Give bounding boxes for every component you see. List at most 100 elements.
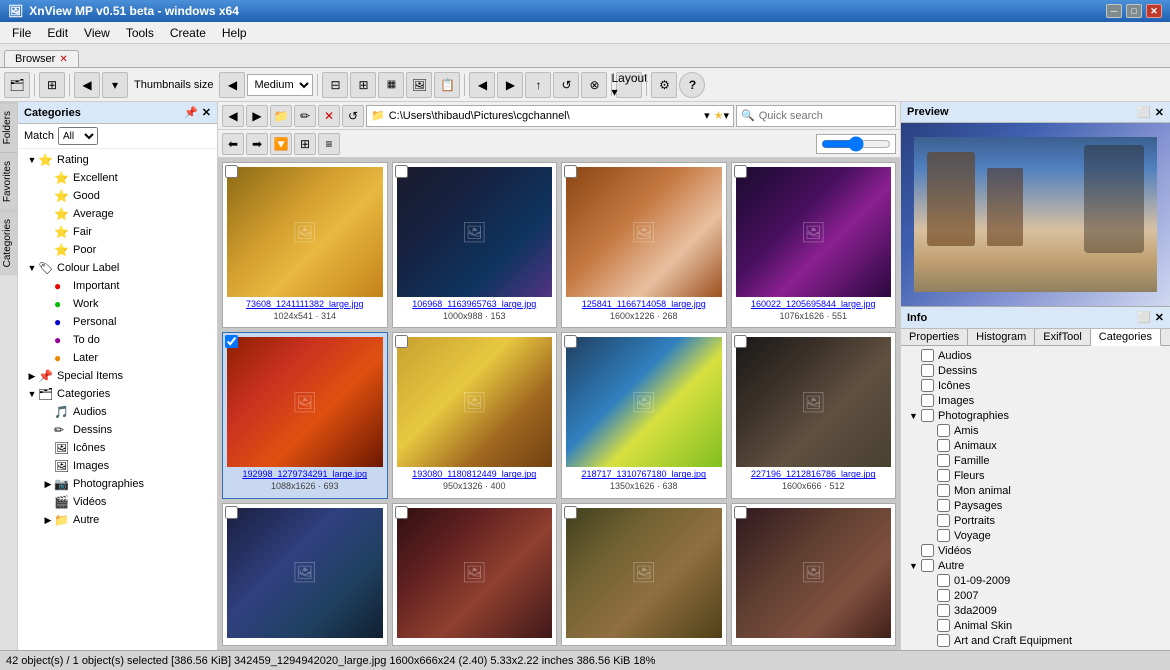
maximize-button[interactable]: □ [1126, 4, 1142, 18]
addr-dropdown[interactable]: ▾ [704, 109, 710, 122]
left-panel-close-icon[interactable]: ✕ [202, 106, 211, 119]
right-tree-item[interactable]: Icônes [903, 378, 1168, 393]
category-checkbox[interactable] [921, 544, 934, 557]
preview-expand-icon[interactable]: ⬜ [1137, 106, 1151, 119]
category-checkbox[interactable] [937, 529, 950, 542]
minimize-button[interactable]: ─ [1106, 4, 1122, 18]
tree-item[interactable]: ● Later [18, 349, 217, 367]
category-checkbox[interactable] [937, 589, 950, 602]
menu-create[interactable]: Create [162, 24, 214, 42]
image-cell[interactable]: 🖼 193080_1180812449_large.jpg 950x1326 ·… [392, 332, 558, 498]
help-button[interactable]: ? [679, 72, 705, 98]
zoom-slider-area[interactable] [816, 134, 896, 154]
category-checkbox[interactable] [921, 379, 934, 392]
info-expand-icon[interactable]: ⬜ [1137, 311, 1151, 324]
category-checkbox[interactable] [937, 484, 950, 497]
match-select[interactable]: All Any [58, 127, 98, 145]
tree-item[interactable]: ● Work [18, 295, 217, 313]
refresh-btn2[interactable]: ↺ [342, 105, 364, 127]
category-checkbox[interactable] [921, 394, 934, 407]
nav-back-btn2[interactable]: ◀ [222, 105, 244, 127]
size-down-button[interactable]: ◀ [219, 72, 245, 98]
tree-item[interactable]: ▶ 📁 Autre [18, 511, 217, 529]
size-select[interactable]: Small Medium Large [247, 74, 313, 96]
image-checkbox[interactable] [395, 165, 408, 178]
right-tree-item[interactable]: ▼ Autre [903, 558, 1168, 573]
tree-item[interactable]: 🖼 Icônes [18, 439, 217, 457]
right-tree-item[interactable]: ▼ Photographies [903, 408, 1168, 423]
tree-item[interactable]: ⭐ Excellent [18, 169, 217, 187]
menu-file[interactable]: File [4, 24, 39, 42]
category-checkbox[interactable] [937, 619, 950, 632]
menu-view[interactable]: View [76, 24, 118, 42]
category-checkbox[interactable] [937, 454, 950, 467]
tree-item[interactable]: ✏ Dessins [18, 421, 217, 439]
settings-button[interactable]: ⚙ [651, 72, 677, 98]
right-tree-item[interactable]: Animal Skin [903, 618, 1168, 633]
browser-tab[interactable]: Browser ✕ [4, 50, 79, 67]
right-tree-item[interactable]: Images [903, 393, 1168, 408]
image-cell[interactable]: 🖼 192998_1279734291_large.jpg 1088x1626 … [222, 332, 388, 498]
browse-button[interactable]: 🗂 [4, 72, 30, 98]
tab-exiftool[interactable]: ExifTool [1035, 329, 1091, 345]
image-checkbox[interactable] [734, 506, 747, 519]
preview-close-icon[interactable]: ✕ [1155, 106, 1164, 119]
image-cell[interactable]: 🖼 [561, 503, 727, 646]
menu-tools[interactable]: Tools [118, 24, 162, 42]
image-checkbox[interactable] [225, 335, 238, 348]
delete-btn[interactable]: ✕ [318, 105, 340, 127]
category-checkbox[interactable] [921, 409, 934, 422]
layout-dropdown[interactable]: Layout ▾ [616, 72, 642, 98]
nav-forward-button[interactable]: ▶ [497, 72, 523, 98]
right-tree-item[interactable]: Dessins [903, 363, 1168, 378]
info-close-icon[interactable]: ✕ [1155, 311, 1164, 324]
image-cell[interactable]: 🖼 218717_1310767180_large.jpg 1350x1626 … [561, 332, 727, 498]
image-cell[interactable]: 🖼 106968_1163965763_large.jpg 1000x988 ·… [392, 162, 558, 328]
category-checkbox[interactable] [937, 604, 950, 617]
search-box[interactable]: 🔍 [736, 105, 896, 127]
grid-view-button[interactable]: ⊞ [39, 72, 65, 98]
tab-histogram[interactable]: Histogram [968, 329, 1035, 345]
image-checkbox[interactable] [564, 165, 577, 178]
right-tree-item[interactable]: Vidéos [903, 543, 1168, 558]
copy-btn[interactable]: ⬅ [222, 133, 244, 155]
nav-up-button[interactable]: ↑ [525, 72, 551, 98]
category-checkbox[interactable] [937, 469, 950, 482]
nav-back-button[interactable]: ◀ [469, 72, 495, 98]
view-mode-btn2[interactable]: ≡ [318, 133, 340, 155]
tree-item[interactable]: ▼ 🏷 Colour Label [18, 259, 217, 277]
category-checkbox[interactable] [937, 499, 950, 512]
image-checkbox[interactable] [734, 335, 747, 348]
move-btn[interactable]: ➡ [246, 133, 268, 155]
image-cell[interactable]: 🖼 73608_1241111382_large.jpg 1024x541 · … [222, 162, 388, 328]
close-button[interactable]: ✕ [1146, 4, 1162, 18]
folders-tab[interactable]: Folders [0, 102, 17, 152]
address-input[interactable] [389, 110, 704, 122]
bookmark-icon[interactable]: ★ [714, 109, 724, 122]
bookmark-dropdown[interactable]: ▾ [723, 109, 729, 122]
folder-icon[interactable]: 📁 [270, 105, 292, 127]
right-tree-item[interactable]: Paysages [903, 498, 1168, 513]
image-checkbox[interactable] [225, 506, 238, 519]
refresh-button[interactable]: ↺ [553, 72, 579, 98]
right-tree-item[interactable]: 2007 [903, 588, 1168, 603]
image-cell[interactable]: 🖼 [731, 503, 897, 646]
image-cell[interactable]: 🖼 160022_1205695844_large.jpg 1076x1626 … [731, 162, 897, 328]
nav-fwd-btn2[interactable]: ▶ [246, 105, 268, 127]
view-btn1[interactable]: ⊟ [322, 72, 348, 98]
tree-item[interactable]: ● Personal [18, 313, 217, 331]
image-checkbox[interactable] [225, 165, 238, 178]
right-tree-item[interactable]: Art and Craft Equipment [903, 633, 1168, 648]
menu-help[interactable]: Help [214, 24, 255, 42]
tree-item[interactable]: ⭐ Poor [18, 241, 217, 259]
tree-item[interactable]: ● To do [18, 331, 217, 349]
image-cell[interactable]: 🖼 227196_1212816786_large.jpg 1600x666 ·… [731, 332, 897, 498]
tree-item[interactable]: 🎵 Audios [18, 403, 217, 421]
right-tree-item[interactable]: Voyage [903, 528, 1168, 543]
image-checkbox[interactable] [734, 165, 747, 178]
edit-path-btn[interactable]: ✏ [294, 105, 316, 127]
right-tree-item[interactable]: Animaux [903, 438, 1168, 453]
stop-button[interactable]: ⊗ [581, 72, 607, 98]
right-tree-item[interactable]: Portraits [903, 513, 1168, 528]
image-checkbox[interactable] [564, 335, 577, 348]
